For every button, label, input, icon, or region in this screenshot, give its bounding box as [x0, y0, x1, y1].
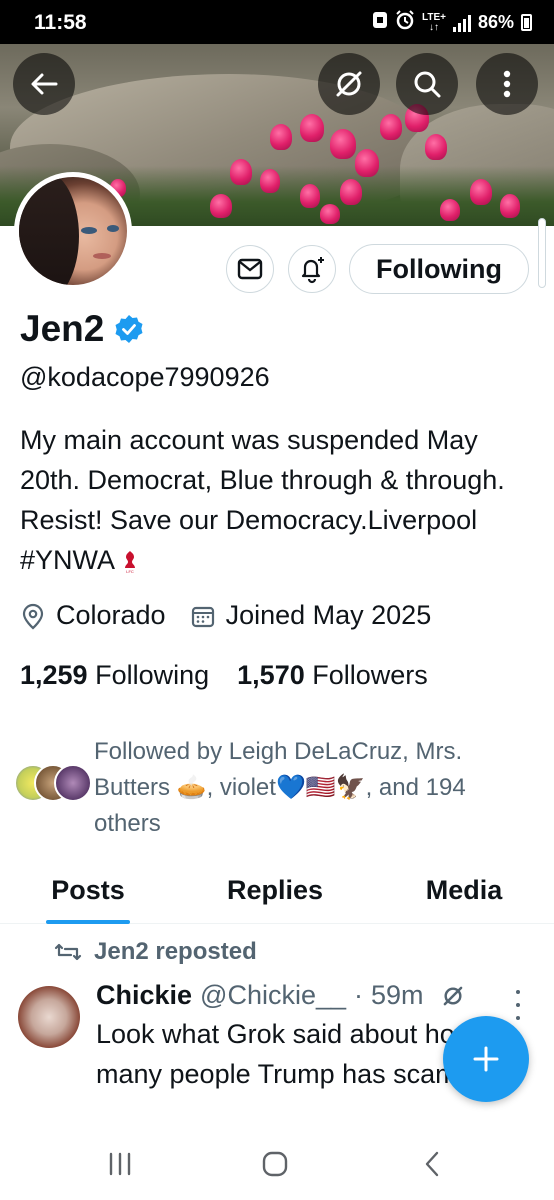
bio-text: My main account was suspended May 20th. … [20, 425, 505, 575]
profile-handle: @kodacope7990926 [20, 362, 270, 392]
calendar-icon [191, 606, 214, 627]
message-button[interactable] [226, 245, 274, 293]
repost-label: Jen2 reposted [94, 938, 257, 965]
profile-bio: My main account was suspended May 20th. … [20, 420, 530, 580]
repost-indicator[interactable]: Jen2 reposted [54, 938, 257, 966]
profile-name-row: Jen2 [20, 308, 144, 350]
avatar-image [19, 177, 127, 285]
vpn-icon [372, 11, 388, 34]
plus-icon [473, 1046, 499, 1072]
more-options-button[interactable] [476, 53, 538, 115]
status-icons: LTE+ ↓↑ 86% [372, 10, 532, 35]
post-author-handle[interactable]: @Chickie__ [200, 980, 346, 1011]
search-icon [414, 71, 441, 98]
verified-badge-icon[interactable] [114, 314, 144, 344]
following-button[interactable]: Following [349, 244, 529, 294]
recent-apps-icon [109, 1152, 131, 1176]
tab-label: Replies [226, 874, 324, 905]
grok-icon[interactable] [440, 983, 466, 1009]
followed-by-text: Followed by Leigh DeLaCruz, Mrs. Butters… [94, 738, 466, 837]
following-count: 1,259 [20, 660, 88, 690]
grok-button[interactable] [318, 53, 380, 115]
location-pin-icon [22, 603, 44, 629]
more-vertical-icon [503, 70, 511, 98]
recent-apps-button[interactable] [100, 1148, 140, 1180]
system-nav-bar [0, 1130, 554, 1200]
followers-count-link[interactable]: 1,570 Followers [237, 660, 428, 691]
battery-percent: 86% [477, 12, 514, 32]
back-nav-button[interactable] [412, 1148, 452, 1180]
svg-text:LFC: LFC [126, 569, 134, 574]
joined-text: Joined May 2025 [225, 600, 432, 630]
compose-post-button[interactable] [443, 1016, 529, 1102]
followed-by-avatars [14, 764, 94, 804]
home-button[interactable] [255, 1148, 295, 1180]
tab-replies[interactable]: Replies [220, 860, 330, 920]
back-arrow-icon [31, 73, 58, 95]
post-separator: · [354, 980, 364, 1010]
profile-tabs: Posts Replies Media [0, 860, 554, 924]
home-icon [262, 1151, 288, 1177]
mutual-avatar [54, 764, 92, 802]
liverpool-crest-icon: LFC [125, 550, 136, 574]
follow-counts: 1,259 Following 1,570 Followers [20, 660, 456, 691]
post-time[interactable]: 59m [371, 980, 424, 1011]
profile-name: Jen2 [20, 308, 105, 349]
followers-count: 1,570 [237, 660, 305, 690]
joined-item: Joined May 2025 [190, 600, 432, 631]
location-text: Colorado [56, 600, 166, 630]
repost-icon [54, 943, 82, 961]
tab-media[interactable]: Media [418, 860, 510, 920]
alarm-icon [395, 10, 415, 35]
profile-avatar[interactable] [14, 172, 132, 290]
search-button[interactable] [396, 53, 458, 115]
tab-posts[interactable]: Posts [46, 860, 130, 924]
grok-icon [336, 71, 362, 97]
mail-icon [237, 258, 263, 280]
post-author-avatar[interactable] [18, 986, 80, 1048]
following-count-link[interactable]: 1,259 Following [20, 660, 209, 691]
post-author-name[interactable]: Chickie [96, 980, 192, 1011]
active-tab-indicator [46, 920, 130, 924]
battery-icon [521, 14, 532, 31]
location-item: Colorado [20, 600, 166, 631]
back-chevron-icon [425, 1151, 439, 1177]
profile-meta: Colorado Joined May 2025 [20, 600, 455, 631]
notifications-button[interactable] [288, 245, 336, 293]
following-label: Following [95, 660, 210, 690]
signal-icon [452, 14, 471, 32]
notification-bell-icon [301, 257, 324, 284]
back-button[interactable] [13, 53, 75, 115]
tab-label: Media [425, 874, 503, 905]
tab-label: Posts [51, 874, 125, 905]
network-type: LTE+ ↓↑ [421, 11, 446, 33]
post-header: Chickie @Chickie__ · 59m [96, 980, 466, 1011]
followers-label: Followers [312, 660, 428, 690]
status-bar: 11:58 LTE+ ↓↑ 86% [0, 0, 554, 44]
scrollbar[interactable] [538, 218, 546, 288]
status-time: 11:58 [34, 11, 87, 34]
